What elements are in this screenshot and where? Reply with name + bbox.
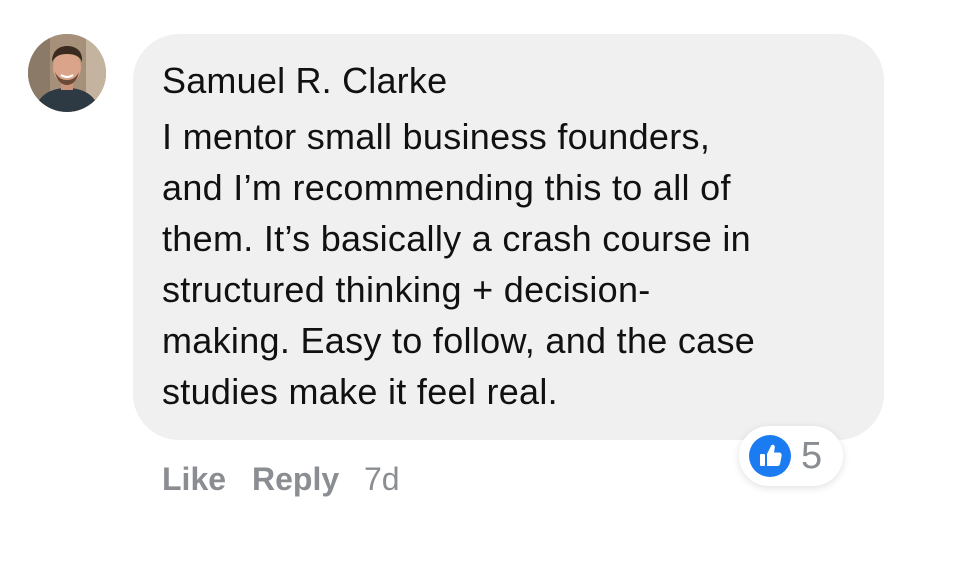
avatar[interactable] — [28, 34, 106, 112]
comment-text-line: structured thinking + decision- — [162, 269, 651, 310]
thumbs-up-icon — [749, 435, 791, 477]
comment-text-line: I mentor small business founders, — [162, 116, 711, 157]
comment-text-line: making. Easy to follow, and the case — [162, 320, 756, 361]
like-button[interactable]: Like — [162, 461, 226, 498]
profile-photo — [28, 34, 106, 112]
comment-text-line: them. It’s basically a crash course in — [162, 218, 751, 259]
comment-text-line: studies make it feel real. — [162, 371, 558, 412]
reaction-count: 5 — [801, 435, 823, 477]
reaction-summary[interactable]: 5 — [739, 426, 843, 486]
comment-text-line: and I’m recommending this to all of — [162, 167, 731, 208]
comment-text: I mentor small business founders, and I’… — [162, 111, 862, 417]
reply-button[interactable]: Reply — [252, 461, 339, 498]
comment-author[interactable]: Samuel R. Clarke — [162, 60, 447, 102]
comment-timestamp[interactable]: 7d — [364, 461, 400, 498]
